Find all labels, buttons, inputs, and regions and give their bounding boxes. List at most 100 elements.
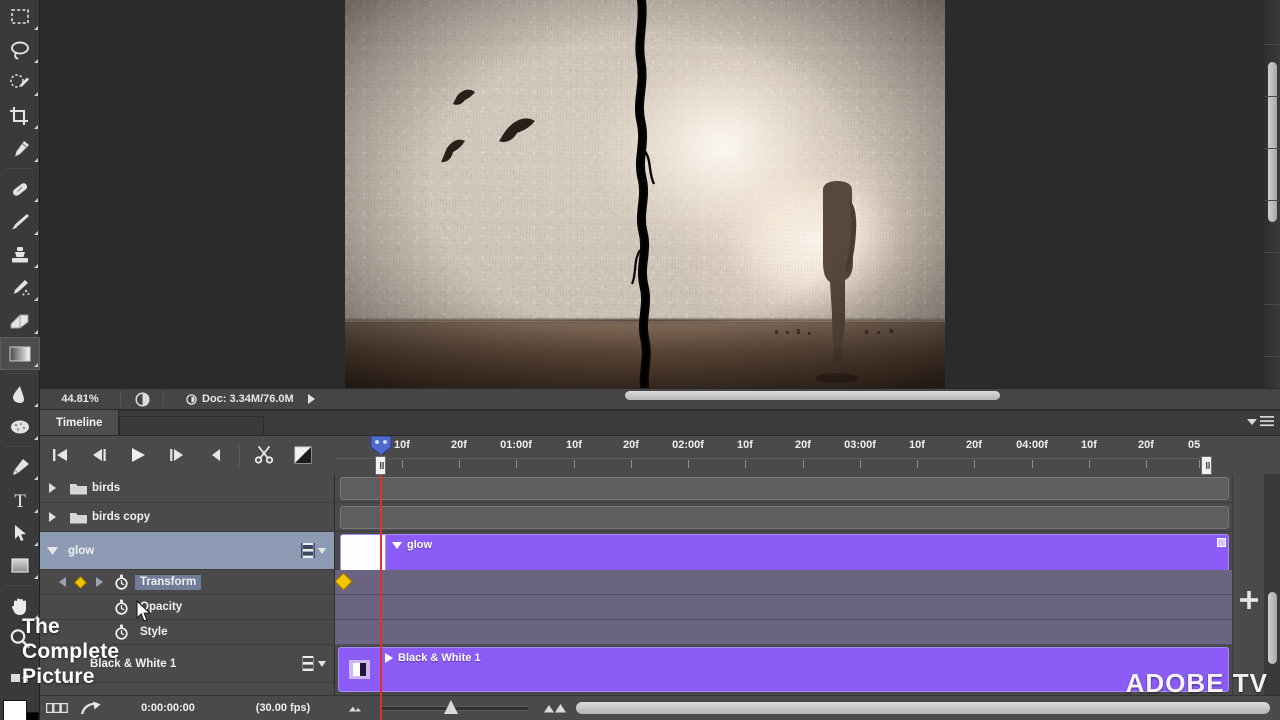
timeline-layer-row-birds-copy[interactable]: birds copy [40,503,334,532]
sponge-tool[interactable] [0,410,40,443]
history-brush-tool[interactable] [0,271,40,304]
panel-grid-line [1264,304,1280,305]
zoom-level-field[interactable]: 44.81% [40,393,120,405]
keyframe-marker[interactable] [335,572,353,591]
zoom-tool[interactable] [0,622,40,655]
property-track-style[interactable] [335,620,1232,645]
ruler-tick-label: 03:00f [844,439,876,451]
hscroll-thumb[interactable] [625,391,1000,400]
document-size-info: Doc: 3.34M/76.0M [164,393,294,405]
work-area-end-marker[interactable] [1201,456,1212,475]
tab-timeline[interactable]: Timeline [40,410,120,435]
disclosure-triangle-open-icon[interactable] [40,546,64,555]
edit-toolbar-button[interactable] [0,661,40,694]
split-at-playhead-button[interactable] [244,436,283,474]
convert-to-frame-animation-button[interactable] [40,703,74,713]
previous-frame-button[interactable] [79,436,118,474]
playhead-handle[interactable] [369,435,393,456]
document-profile-icon[interactable] [121,391,163,407]
playhead[interactable] [370,435,392,720]
chevron-down-icon [318,660,326,667]
render-video-button[interactable] [74,701,108,716]
timeline-property-row-style[interactable]: Style [40,620,334,645]
pen-tool[interactable] [0,450,40,483]
stopwatch-icon[interactable] [108,624,135,640]
video-track-menu[interactable] [301,532,326,569]
zoom-in-timeline-button[interactable] [538,703,572,714]
ruler-tick-mark [860,460,861,468]
brush-tool[interactable] [0,205,40,238]
disclosure-triangle-icon[interactable] [40,483,64,493]
frame-rate-display[interactable]: (30.00 fps) [228,702,338,714]
property-track-opacity[interactable] [335,595,1232,620]
artwork-canvas[interactable] [345,0,945,388]
track-row-birds[interactable] [335,474,1232,503]
document-vertical-scrollbar[interactable] [1264,0,1280,388]
blur-tool[interactable] [0,377,40,410]
layer-name: birds [92,482,121,494]
foreground-color-swatch[interactable] [3,700,27,720]
track-row-birds-copy[interactable] [335,503,1232,532]
horizontal-type-tool[interactable]: T [0,483,40,516]
tool-separator [6,168,33,169]
go-to-first-frame-button[interactable] [40,436,79,474]
timeline-property-row-opacity[interactable]: Opacity [40,595,334,620]
timeline-scroll-thumb[interactable] [1268,592,1277,664]
clip-birds[interactable] [340,477,1229,500]
ruler-tick-mark [574,460,575,468]
spot-healing-brush-tool[interactable] [0,172,40,205]
stopwatch-icon[interactable] [108,574,135,590]
lasso-tool[interactable] [0,33,40,66]
eraser-tool[interactable] [0,304,40,337]
keyframe-navigator[interactable] [40,575,108,589]
rectangle-tool[interactable] [0,549,40,582]
timeline-bottom-scrollbar[interactable] [576,702,1270,714]
track-row-glow[interactable]: glow [335,532,1232,579]
eyedropper-tool[interactable] [0,132,40,165]
timeline-layer-row-glow[interactable]: glow [40,532,334,570]
clip-disclosure-icon [385,653,393,663]
playhead-time-marker[interactable] [375,456,386,475]
adjustment-track-menu[interactable] [301,645,326,682]
zoom-slider-thumb[interactable] [444,700,458,714]
play-button[interactable] [118,436,157,474]
timeline-zoom-slider[interactable] [380,700,530,714]
rectangular-marquee-tool[interactable] [0,0,40,33]
transition-button[interactable] [283,436,322,474]
artwork-image [345,0,945,388]
stopwatch-icon[interactable] [108,599,135,615]
mute-audio-button[interactable] [196,436,235,474]
clip-birds-copy[interactable] [340,506,1229,529]
panel-grid-line [1264,96,1280,97]
scrollbar-thumb[interactable] [1268,62,1277,222]
panel-menu-button[interactable] [1247,416,1274,427]
disclosure-triangle-icon[interactable] [40,512,64,522]
document-horizontal-scrollbar[interactable] [340,388,1245,402]
hand-tool[interactable] [0,589,40,622]
current-time-display[interactable]: 0:00:00:00 [108,702,228,714]
timeline-layer-row-birds[interactable]: birds [40,474,334,503]
crop-tool[interactable] [0,99,40,132]
add-media-button[interactable] [1233,584,1265,616]
next-frame-button[interactable] [157,436,196,474]
timeline-vertical-scrollbar[interactable] [1264,474,1280,720]
path-selection-tool[interactable] [0,516,40,549]
scissors-icon [254,446,273,464]
color-swatches[interactable] [0,698,40,720]
timeline-property-row-transform[interactable]: Transform [40,570,334,595]
timeline-track-area[interactable]: glow Black & White 1 [335,474,1232,720]
track-row-black-and-white[interactable]: Black & White 1 [335,645,1232,692]
zoom-out-timeline-button[interactable] [338,703,372,713]
quick-selection-tool[interactable] [0,66,40,99]
chevron-down-icon [1247,418,1257,425]
clip-end-handle[interactable] [1217,538,1226,547]
tool-expand-corner [34,363,38,367]
info-icon [186,393,197,405]
status-menu-arrow[interactable] [294,393,328,405]
gradient-tool[interactable] [0,337,40,370]
time-ruler[interactable]: 10f 20f 01:00f 10f 20f 02:00f 10f 20f 03:00f 10f 2… [335,436,1200,474]
clone-stamp-tool[interactable] [0,238,40,271]
property-track-transform[interactable] [335,570,1232,595]
clip-black-and-white[interactable]: Black & White 1 [338,647,1229,692]
timeline-layer-row-black-and-white[interactable]: Black & White 1 [40,645,334,683]
